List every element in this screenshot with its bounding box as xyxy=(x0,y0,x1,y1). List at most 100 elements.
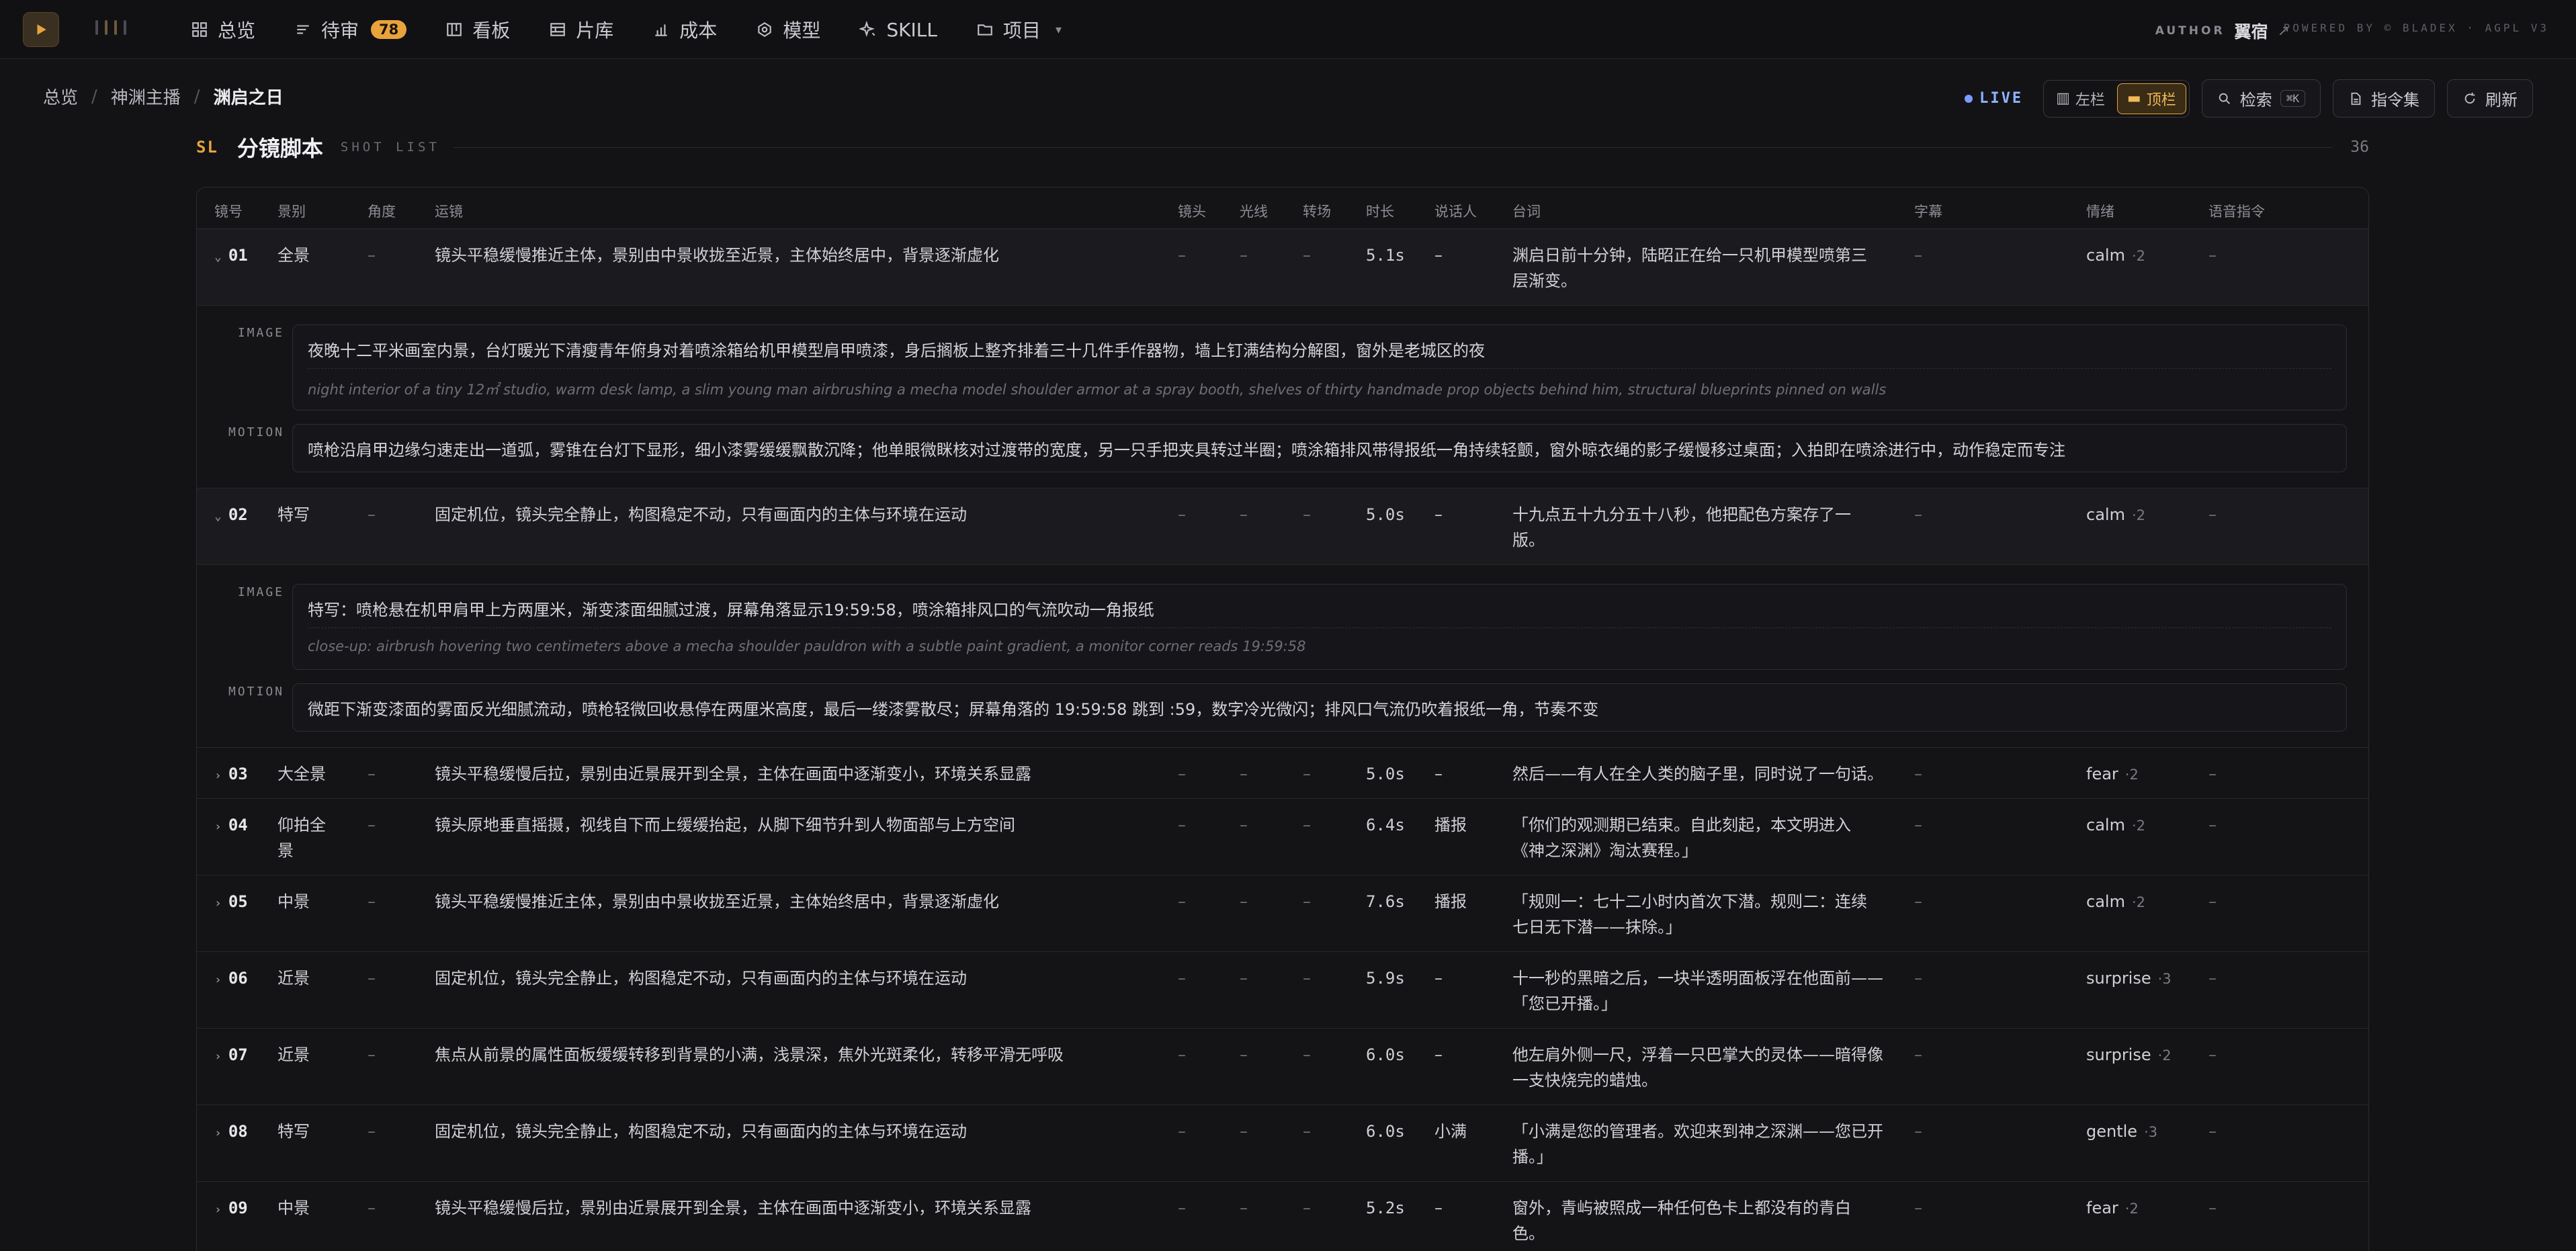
shot-number[interactable]: › 08 xyxy=(214,1119,248,1146)
nav-cost[interactable]: 成本 xyxy=(652,16,717,43)
shot-id: 08 xyxy=(228,1122,248,1141)
dialogue-text: 他左肩外侧一尺，浮着一只巴掌大的灵体——暗得像 一支快烧完的蜡烛。 xyxy=(1512,1042,1883,1093)
speaker-value: – xyxy=(1434,1199,1443,1217)
nav-skill[interactable]: SKILL xyxy=(859,19,937,41)
image-prompt-label: IMAGE xyxy=(237,326,284,340)
layout-top-option[interactable]: ▬ 顶栏 xyxy=(2116,83,2186,114)
shot-size: 近景 xyxy=(277,965,310,991)
section-divider xyxy=(453,146,2333,148)
chevron-right-icon[interactable]: › xyxy=(214,769,222,783)
shot-count: 36 xyxy=(2350,138,2369,156)
voice-directive-value: – xyxy=(2208,1122,2217,1141)
motion-prompt-box[interactable]: 喷枪沿肩甲边缘匀速走出一道弧，雾锥在台灯下显形，细小漆雾缓缓飘散沉降；他单眼微眯… xyxy=(292,424,2347,472)
image-prompt-box[interactable]: 特写：喷枪悬在机甲肩甲上方两厘米，渐变漆面细腻过渡，屏幕角落显示19:59:58… xyxy=(292,584,2347,670)
breadcrumb-project[interactable]: 神渊主播 xyxy=(111,84,181,109)
chevron-down-icon[interactable]: ⌄ xyxy=(214,509,222,523)
dialogue-line: 窗外，青屿被照成一种任何色卡上都没有的青白 xyxy=(1512,1199,1851,1217)
duration-value: 6.4s xyxy=(1366,816,1405,834)
author-link[interactable]: AUTHOR 翼宿 ↗ xyxy=(2155,19,2290,43)
dialogue-text: 窗外，青屿被照成一种任何色卡上都没有的青白 色。 xyxy=(1512,1195,1851,1246)
column-header: 语音指令 xyxy=(2208,204,2265,220)
table-row[interactable]: ⌄ 02 特写 – 固定机位，镜头完全静止，构图稳定不动，只有画面内的主体与环境在运动 –… xyxy=(197,488,2368,565)
emotion-value: calm ·2 xyxy=(2086,243,2145,269)
angle-value: – xyxy=(368,892,376,911)
motion-prompt-box[interactable]: 微距下渐变漆面的雾面反光细腻流动，喷枪轻微回收悬停在两厘米高度，最后一缕漆雾散尽… xyxy=(292,683,2347,732)
breadcrumb-separator: / xyxy=(194,86,200,107)
shot-number[interactable]: › 09 xyxy=(214,1195,248,1223)
chevron-right-icon[interactable]: › xyxy=(214,1126,222,1140)
nav-board[interactable]: 看板 xyxy=(445,16,510,43)
lens-value: – xyxy=(1178,246,1186,265)
dialogue-line: 播。」 xyxy=(1512,1148,1553,1166)
chevron-right-icon[interactable]: › xyxy=(214,896,222,910)
play-logo-button[interactable] xyxy=(23,12,59,47)
dialogue-line: 「小满是您的管理者。欢迎来到神之深渊——您已开 xyxy=(1512,1122,1883,1141)
camera-move: 镜头平稳缓慢后拉，景别由近景展开到全景，主体在画面中逐渐变小，环境关系显露 xyxy=(435,1199,1031,1217)
breadcrumb-separator: / xyxy=(91,86,97,107)
chevron-right-icon[interactable]: › xyxy=(214,973,222,987)
dialogue-line: 十九点五十九分五十八秒，他把配色方案存了一 xyxy=(1512,505,1851,524)
table-body: ⌄ 01 全景 – 镜头平稳缓慢推近主体，景别由中景收拢至近景，主体始终居中，背景逐渐虚… xyxy=(197,229,2368,1251)
table-row[interactable]: › 08 特写 – 固定机位，镜头完全静止，构图稳定不动，只有画面内的主体与环境在运动 –… xyxy=(197,1105,2368,1182)
column-header: 转场 xyxy=(1303,204,1331,220)
chevron-right-icon[interactable]: › xyxy=(214,1049,222,1064)
nav-project[interactable]: 项目 ▾ xyxy=(976,16,1062,43)
nav-review[interactable]: 待审 78 xyxy=(294,16,407,43)
dialogue-line: 色。 xyxy=(1512,1224,1545,1243)
nav-label: SKILL xyxy=(886,18,937,41)
speaker-value: – xyxy=(1434,765,1443,783)
layout-left-option[interactable]: ▥ 左栏 xyxy=(2047,83,2114,114)
lens-value: – xyxy=(1178,816,1186,834)
column-header: 时长 xyxy=(1366,204,1394,220)
nav-library[interactable]: 片库 xyxy=(549,16,613,43)
emotion-label: gentle xyxy=(2086,1122,2138,1141)
nav-label: 看板 xyxy=(472,19,511,42)
table-row[interactable]: › 04 仰拍全景 – 镜头原地垂直摇摄，视线自下而上缓缓抬起，从脚下细节升到人物面部与… xyxy=(197,799,2368,875)
table-row[interactable]: › 07 近景 – 焦点从前景的属性面板缓缓转移到背景的小满，浅景深，焦外光斑柔化，转移… xyxy=(197,1029,2368,1105)
table-row[interactable]: ⌄ 01 全景 – 镜头平稳缓慢推近主体，景别由中景收拢至近景，主体始终居中，背景逐渐虚… xyxy=(197,229,2368,306)
shot-id: 01 xyxy=(228,246,248,265)
table-row[interactable]: › 03 大全景 – 镜头平稳缓慢后拉，景别由近景展开到全景，主体在画面中逐渐变小，环境… xyxy=(197,748,2368,799)
emotion-label: calm xyxy=(2086,246,2125,265)
breadcrumb-overview[interactable]: 总览 xyxy=(43,84,78,109)
nav-overview[interactable]: 总览 xyxy=(191,16,255,43)
shot-number[interactable]: › 05 xyxy=(214,889,248,916)
column-header: 镜号 xyxy=(214,204,243,220)
film-icon xyxy=(550,23,566,36)
shot-id: 02 xyxy=(228,505,248,524)
table-row[interactable]: › 09 中景 – 镜头平稳缓慢后拉，景别由近景展开到全景，主体在画面中逐渐变小，环境关… xyxy=(197,1182,2368,1251)
chevron-right-icon[interactable]: › xyxy=(214,820,222,834)
shot-number[interactable]: ⌄ 01 xyxy=(214,243,248,270)
image-prompt-box[interactable]: 夜晚十二平米画室内景，台灯暖光下清瘦青年俯身对着喷涂箱给机甲模型肩甲喷漆，身后搁… xyxy=(292,325,2347,411)
dialogue-line: 层渐变。 xyxy=(1512,271,1577,290)
camera-move: 固定机位，镜头完全静止，构图稳定不动，只有画面内的主体与环境在运动 xyxy=(435,1122,967,1141)
search-button[interactable]: 检索 ⌘K xyxy=(2201,79,2321,118)
emotion-value: calm ·2 xyxy=(2086,889,2145,915)
chevron-right-icon[interactable]: › xyxy=(214,1203,222,1217)
dialogue-text: 「你们的观测期已结束。自此刻起，本文明进入 《神之深渊》淘汰赛程。」 xyxy=(1512,812,1851,863)
emotion-label: calm xyxy=(2086,505,2125,524)
shot-number[interactable]: ⌄ 02 xyxy=(214,502,248,529)
duration-value: 5.9s xyxy=(1366,969,1405,988)
motion-prompt-text: 微距下渐变漆面的雾面反光细腻流动，喷枪轻微回收悬停在两厘米高度，最后一缕漆雾散尽… xyxy=(308,700,1599,719)
shot-number[interactable]: › 03 xyxy=(214,761,248,789)
dialogue-line: 「规则一：七十二小时内首次下潜。规则二：连续 xyxy=(1512,892,1867,911)
commands-button[interactable]: 指令集 xyxy=(2333,79,2435,118)
shot-size: 仰拍全景 xyxy=(277,812,326,863)
voice-directive-value: – xyxy=(2208,892,2217,911)
duration-value: 5.0s xyxy=(1366,505,1405,524)
shot-number[interactable]: › 04 xyxy=(214,812,248,840)
table-row[interactable]: › 05 中景 – 镜头平稳缓慢推近主体，景别由中景收拢至近景，主体始终居中，背景逐渐虚… xyxy=(197,875,2368,952)
refresh-button[interactable]: 刷新 xyxy=(2447,79,2533,118)
nav-model[interactable]: 模型 xyxy=(756,16,820,43)
table-row[interactable]: › 06 近景 – 固定机位，镜头完全静止，构图稳定不动，只有画面内的主体与环境在运动 –… xyxy=(197,952,2368,1029)
transition-value: – xyxy=(1303,765,1311,783)
dialogue-line: 「您已开播。」 xyxy=(1512,994,1617,1013)
shot-number[interactable]: › 07 xyxy=(214,1042,248,1070)
shot-id: 05 xyxy=(228,892,248,911)
shot-number[interactable]: › 06 xyxy=(214,965,248,993)
dialogue-line: 七日无下潜——抹除。」 xyxy=(1512,918,1682,937)
chevron-down-icon[interactable]: ⌄ xyxy=(214,250,222,264)
emotion-value: surprise ·2 xyxy=(2086,1042,2172,1068)
transition-value: – xyxy=(1303,246,1311,265)
